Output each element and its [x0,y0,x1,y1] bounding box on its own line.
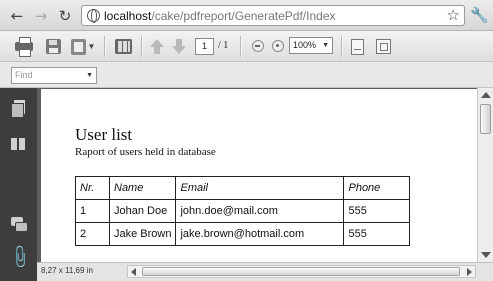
pdf-toolbar: ▼ [0,31,493,62]
users-table: Nr. Name Email Phone 1 Johan Doe john.do… [75,176,411,246]
comments-icon[interactable] [11,217,28,233]
zoom-out-icon[interactable] [252,40,264,52]
pages-icon[interactable] [11,100,26,118]
paperclip-icon[interactable]: 📎 [7,243,34,270]
globe-icon [87,9,100,23]
print-icon[interactable] [14,37,34,57]
document-subtitle: Raport of users held in database [75,146,216,158]
address-bar[interactable]: localhost/cake/pdfreport/GeneratePdf/Ind… [81,5,465,26]
arrow-up-icon[interactable] [149,39,165,54]
save-icon[interactable] [44,38,62,55]
back-arrow-icon[interactable]: ← [8,7,26,25]
scroll-up-icon[interactable] [481,92,491,98]
zoom-select[interactable]: 100% ▼ [289,37,333,54]
table-cell: 555 [343,222,411,246]
page-size-label: 8,27 x 11,69 in [41,266,93,275]
forward-arrow-icon[interactable]: → [32,7,50,25]
navigation-panel: 📎 [0,88,37,281]
find-placeholder: Find [15,70,33,80]
toolbar-divider [240,36,241,57]
scroll-down-icon[interactable] [481,252,491,258]
column-header: Email [175,176,345,200]
table-cell: 2 [75,222,110,246]
find-input[interactable]: Find ▼ [11,67,97,84]
table-header-row: Nr. Name Email Phone [75,176,411,200]
table-row: 2 Jake Brown jake.brown@hotmail.com 555 [75,222,411,246]
page-number-input[interactable]: 1 [195,38,214,55]
vertical-scrollbar[interactable] [477,88,493,262]
page-total: / 1 [218,40,229,51]
table-cell: 555 [343,199,411,223]
column-header: Name [108,176,177,200]
document-viewport[interactable]: User list Raport of users held in databa… [37,88,477,262]
scroll-right-icon[interactable] [467,268,472,276]
horizontal-scrollbar[interactable] [127,265,476,278]
zoom-in-icon[interactable] [272,40,284,52]
scrollbar-thumb[interactable] [142,267,460,276]
star-icon[interactable]: ☆ [447,6,460,24]
scroll-left-icon[interactable] [131,268,136,276]
table-cell: jake.brown@hotmail.com [175,222,345,246]
export-icon[interactable]: ▼ [70,38,96,55]
chevron-down-icon: ▼ [86,72,93,79]
table-cell: 1 [75,199,110,223]
status-bar: 8,27 x 11,69 in [37,262,493,281]
table-cell: john.doe@mail.com [175,199,345,223]
table-cell: Jake Brown [108,222,177,246]
fit-width-icon[interactable] [349,38,366,55]
toolbar-divider [341,36,342,57]
toolbar-divider [141,36,142,57]
scrollbar-thumb[interactable] [480,104,491,134]
fit-page-icon[interactable] [375,38,392,55]
arrow-down-icon[interactable] [171,39,187,54]
grid-icon[interactable] [113,38,133,55]
document-title: User list [75,125,133,144]
zoom-value: 100% [293,40,317,50]
chevron-down-icon: ▼ [322,42,329,49]
address-url: localhost/cake/pdfreport/GeneratePdf/Ind… [104,9,336,23]
column-header: Nr. [75,176,110,200]
browser-toolbar: ← → ↻ localhost/cake/pdfreport/GenerateP… [0,0,493,31]
bookmarks-icon[interactable] [11,136,26,152]
column-header: Phone [343,176,411,200]
table-row: 1 Johan Doe john.doe@mail.com 555 [75,199,411,223]
chevron-down-icon: ▼ [87,42,96,51]
pdf-page: User list Raport of users held in databa… [41,89,477,262]
table-cell: Johan Doe [108,199,177,223]
toolbar-divider [104,36,105,57]
reload-icon[interactable]: ↻ [56,7,74,25]
find-bar: Find ▼ [0,62,493,88]
wrench-icon[interactable]: 🔧 [470,6,489,24]
